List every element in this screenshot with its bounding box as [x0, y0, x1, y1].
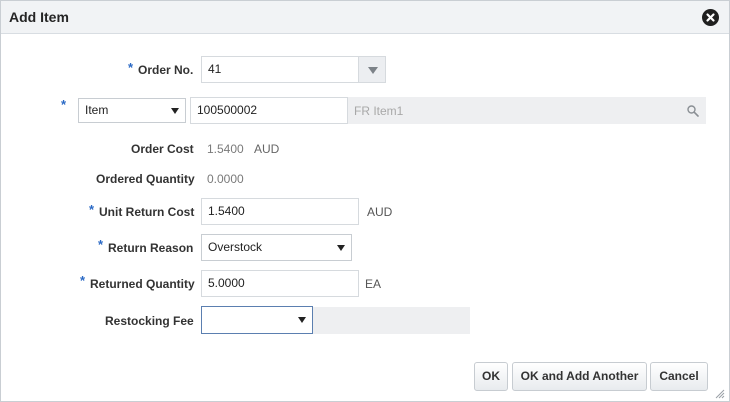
- ok-button[interactable]: OK: [474, 362, 508, 391]
- returned-quantity-input[interactable]: 5.0000: [201, 270, 359, 297]
- item-input[interactable]: 100500002: [190, 97, 348, 124]
- item-type-select-value: Item: [85, 103, 109, 117]
- required-marker: *: [89, 202, 95, 217]
- required-marker: *: [98, 237, 104, 252]
- dialog-titlebar: Add Item: [1, 1, 729, 34]
- chevron-down-icon: [298, 317, 306, 323]
- returned-quantity-uom: EA: [365, 277, 382, 291]
- chevron-down-icon: [337, 245, 345, 251]
- order-no-label: Order No.: [138, 63, 194, 77]
- restocking-fee-amount-field: [313, 307, 470, 334]
- required-marker: *: [61, 97, 67, 112]
- unit-return-cost-currency: AUD: [367, 205, 393, 219]
- magnifier-icon[interactable]: [687, 105, 699, 117]
- dialog-title: Add Item: [9, 9, 69, 25]
- required-marker: *: [128, 60, 134, 75]
- restocking-fee-select[interactable]: [201, 306, 313, 334]
- add-item-dialog: Add Item * Order No. 41 * Item 100500002…: [0, 0, 730, 402]
- close-icon[interactable]: [702, 9, 719, 26]
- return-reason-select[interactable]: Overstock: [201, 234, 352, 261]
- triangle-down-icon: [368, 67, 378, 74]
- required-marker: *: [80, 273, 86, 288]
- order-cost-label: Order Cost: [131, 142, 194, 156]
- ordered-quantity-label: Ordered Quantity: [96, 172, 195, 186]
- order-no-input[interactable]: 41: [201, 56, 359, 83]
- unit-return-cost-label: Unit Return Cost: [99, 205, 195, 219]
- return-reason-value: Overstock: [208, 240, 263, 254]
- order-cost-currency: AUD: [254, 142, 280, 156]
- ok-and-add-another-button[interactable]: OK and Add Another: [512, 362, 647, 391]
- return-reason-label: Return Reason: [108, 241, 194, 255]
- resize-grip-icon[interactable]: [713, 387, 725, 399]
- order-cost-value: 1.5400: [207, 142, 244, 156]
- item-description: FR Item1: [354, 104, 404, 118]
- cancel-button[interactable]: Cancel: [650, 362, 708, 391]
- item-type-select[interactable]: Item: [78, 98, 186, 123]
- unit-return-cost-input[interactable]: 1.5400: [201, 198, 359, 225]
- restocking-fee-label: Restocking Fee: [105, 314, 194, 328]
- order-no-dropdown-button[interactable]: [358, 56, 386, 83]
- returned-quantity-label: Returned Quantity: [90, 277, 195, 291]
- chevron-down-icon: [171, 108, 179, 114]
- ordered-quantity-value: 0.0000: [207, 172, 244, 186]
